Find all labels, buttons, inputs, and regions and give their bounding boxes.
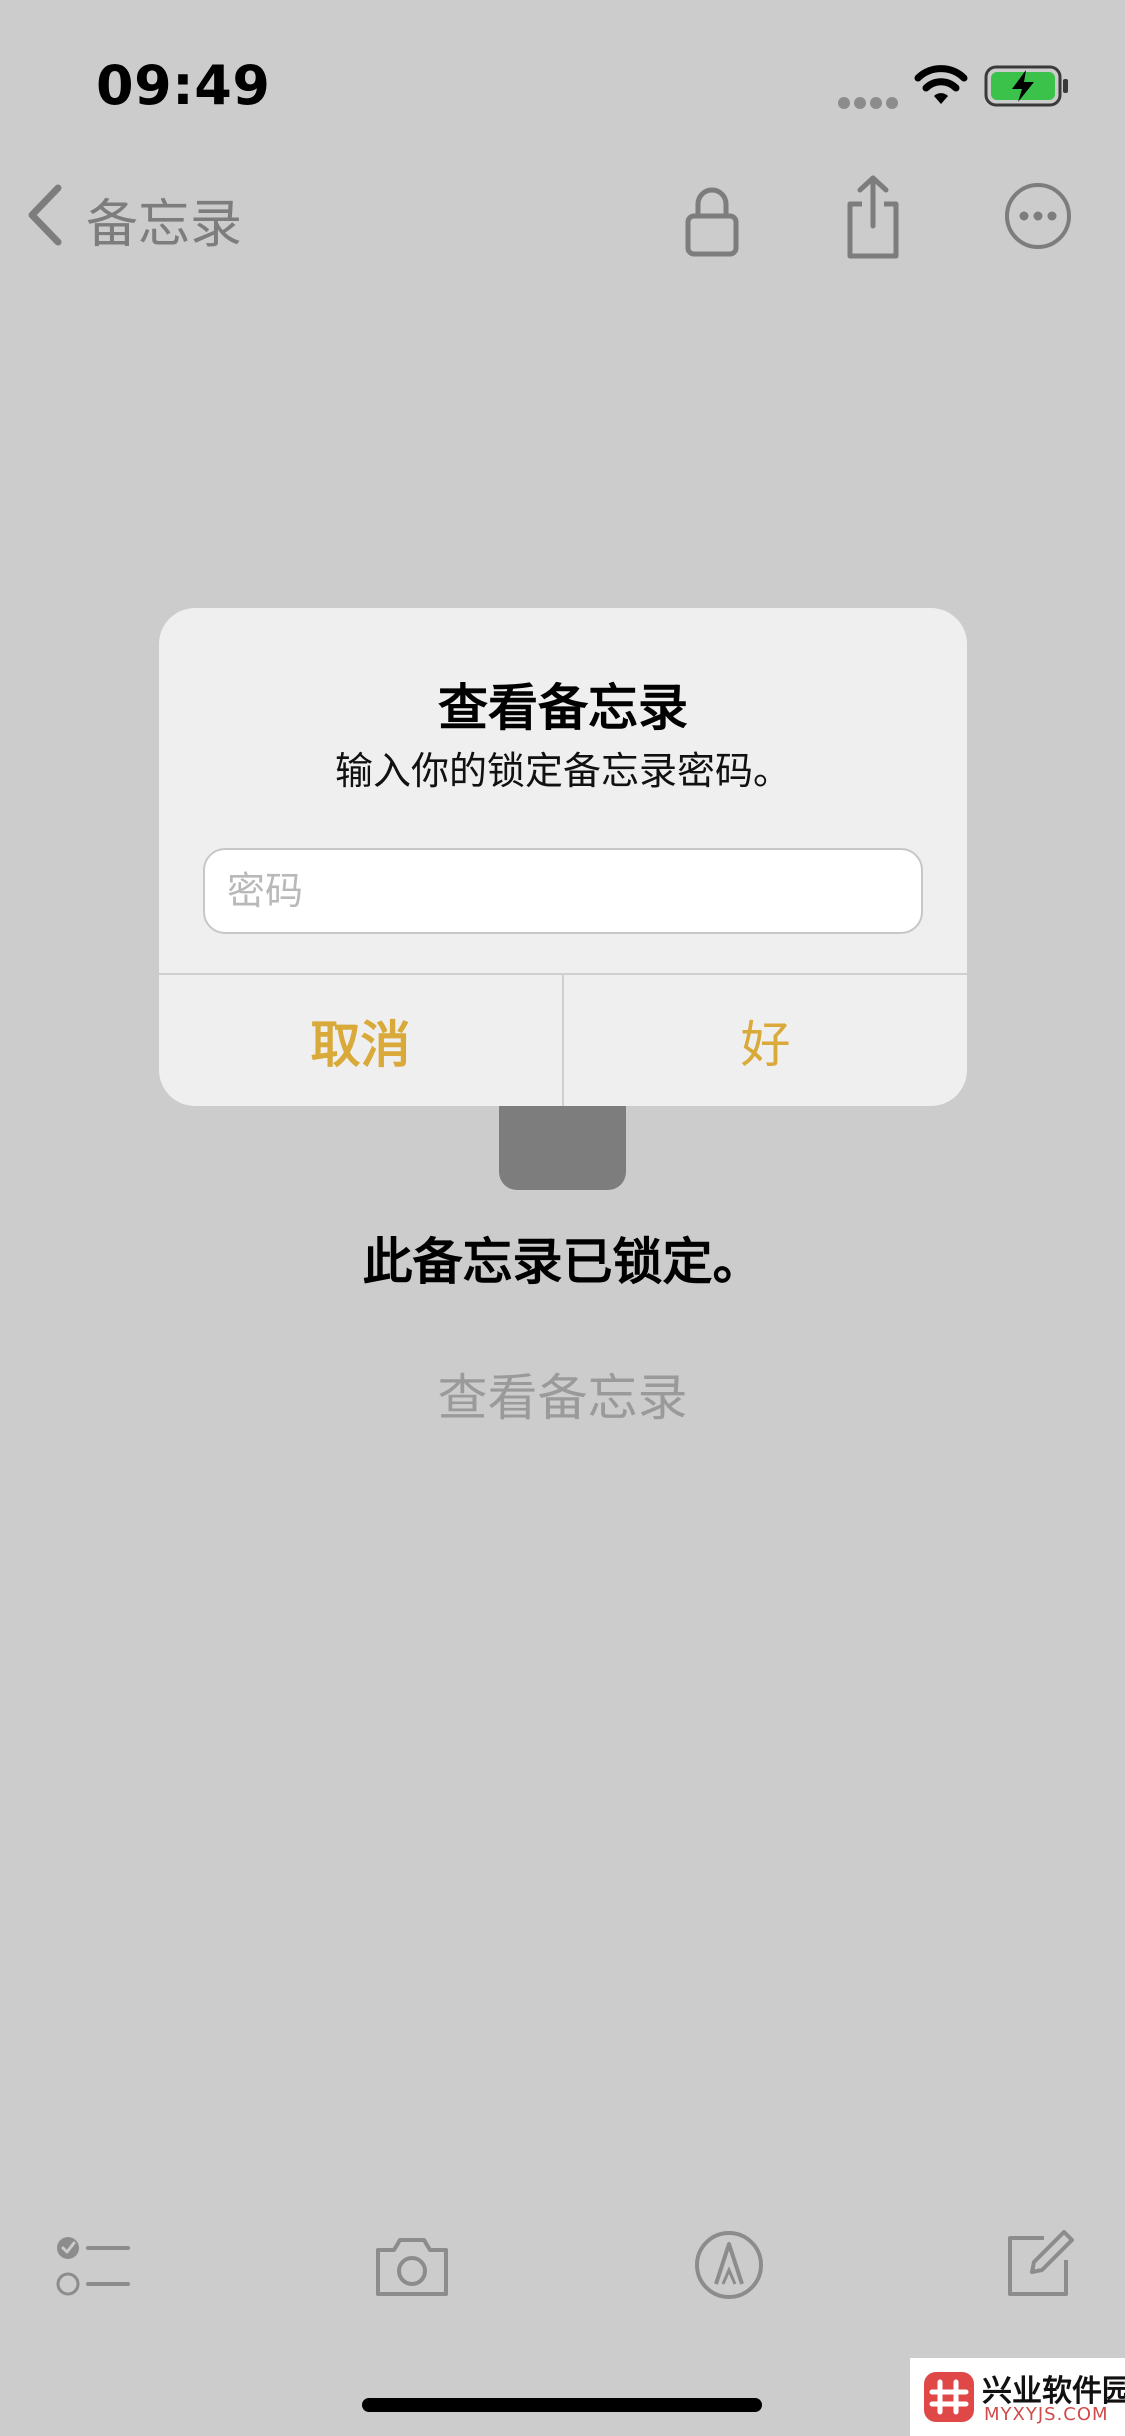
more-icon[interactable] — [1004, 182, 1072, 250]
markup-icon[interactable] — [694, 2230, 764, 2300]
password-alert-dialog: 查看备忘录 输入你的锁定备忘录密码。 取消 好 — [159, 608, 967, 1106]
view-note-link[interactable]: 查看备忘录 — [0, 1358, 1125, 1430]
ok-button[interactable]: 好 — [564, 975, 967, 1106]
watermark-logo-icon — [924, 2372, 974, 2422]
watermark-subtitle: MYXYJS.COM — [984, 2404, 1109, 2425]
share-icon[interactable] — [840, 174, 906, 260]
chevron-left-icon[interactable] — [22, 182, 66, 248]
status-bar: 09:49 — [0, 0, 1125, 132]
cancel-button[interactable]: 取消 — [159, 975, 562, 1106]
locked-message: 此备忘录已锁定。 — [362, 1233, 763, 1291]
back-button-label[interactable]: 备忘录 — [86, 182, 242, 257]
wifi-icon — [914, 65, 968, 104]
watermark: 兴业软件园 MYXYJS.COM — [910, 2358, 1125, 2436]
alert-message: 输入你的锁定备忘录密码。 — [334, 749, 791, 793]
compose-icon[interactable] — [1004, 2230, 1074, 2300]
locked-note-lock-graphic — [499, 1105, 626, 1190]
status-time: 09:49 — [96, 54, 271, 117]
alert-title: 查看备忘录 — [438, 679, 688, 737]
checklist-icon[interactable] — [56, 2234, 130, 2300]
home-indicator — [362, 2398, 762, 2412]
password-input[interactable] — [203, 848, 923, 934]
nav-bar: 备忘录 — [0, 160, 1125, 270]
lock-icon[interactable] — [684, 184, 740, 258]
camera-icon[interactable] — [372, 2234, 452, 2298]
cellular-dots-icon — [838, 97, 898, 109]
battery-charging-icon — [984, 65, 1068, 107]
